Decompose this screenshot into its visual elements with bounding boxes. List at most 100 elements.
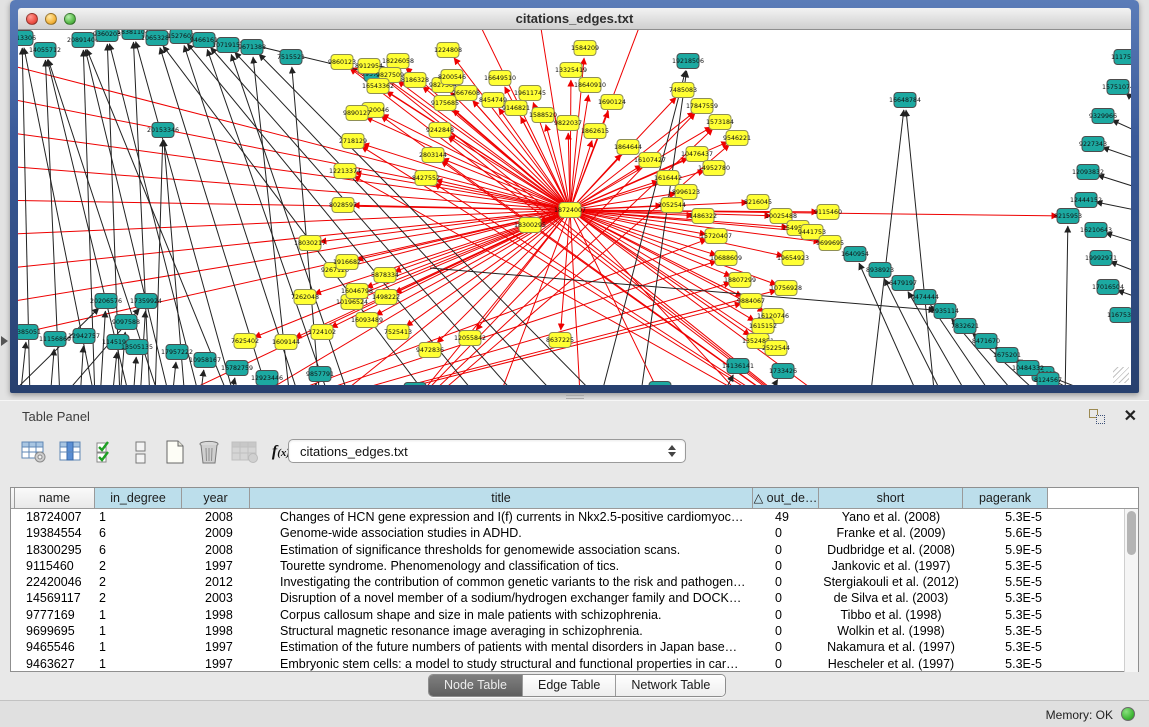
network-node[interactable]: 2935114 [931, 304, 959, 319]
network-node[interactable]: 9546221 [723, 131, 751, 146]
network-edge[interactable] [870, 110, 904, 385]
network-edge[interactable] [441, 161, 860, 385]
network-node[interactable]: 14952780 [698, 161, 730, 176]
network-node[interactable]: 19992971 [1085, 251, 1117, 266]
network-node[interactable]: 7485083 [669, 83, 697, 98]
network-node[interactable]: 1640954 [841, 247, 869, 262]
network-edge[interactable] [906, 110, 935, 385]
tab-network-table[interactable]: Network Table [616, 675, 725, 696]
row-options-icon[interactable] [126, 437, 156, 467]
network-node[interactable]: 14055712 [29, 43, 61, 58]
network-node[interactable]: 10958167 [189, 353, 221, 368]
network-node[interactable]: 18724007 [554, 203, 586, 218]
network-node[interactable]: 1733426 [769, 364, 797, 379]
table-row[interactable]: 946554611997Estimation of the future num… [11, 639, 1138, 655]
column-header-in_degree[interactable]: in_degree [95, 488, 182, 508]
network-edge[interactable] [112, 352, 117, 385]
column-header-year[interactable]: year [182, 488, 250, 508]
column-header-title[interactable]: title [250, 488, 753, 508]
network-node[interactable]: 1690124 [598, 95, 626, 110]
network-edge[interactable] [1065, 226, 1068, 385]
network-node[interactable]: 18226058 [382, 54, 414, 69]
network-node[interactable]: 9671388 [238, 40, 266, 55]
network-edge[interactable] [570, 80, 571, 210]
tab-node-table[interactable]: Node Table [429, 675, 523, 696]
network-node[interactable]: 18300295 [514, 218, 546, 233]
create-table-icon[interactable] [160, 437, 190, 467]
network-edge[interactable] [136, 42, 235, 385]
network-edge[interactable] [765, 379, 778, 385]
network-node[interactable]: 7515521 [277, 50, 305, 65]
network-node[interactable]: 13505135 [121, 340, 153, 355]
window-resize-grip[interactable] [1113, 367, 1129, 383]
network-node[interactable]: 9115460 [814, 205, 842, 220]
network-node[interactable]: 11156869 [39, 332, 71, 347]
network-node[interactable]: 1916682 [333, 255, 361, 270]
table-row[interactable]: 2242004622012Investigating the contribut… [11, 574, 1138, 590]
network-node[interactable]: 13325419 [555, 63, 587, 78]
table-row[interactable]: 1872400712008Changes of HCN gene express… [11, 509, 1138, 525]
network-edge[interactable] [1112, 120, 1131, 135]
scrollbar-thumb[interactable] [1127, 511, 1136, 555]
network-node[interactable]: 16210643 [1080, 223, 1112, 238]
network-node[interactable]: 15720407 [700, 229, 732, 244]
table-row[interactable]: 1456911722003Disruption of a novel membe… [11, 590, 1138, 606]
network-node[interactable]: 16649510 [484, 71, 516, 86]
network-node[interactable]: 18030217 [294, 236, 326, 251]
network-node[interactable]: 9175685 [431, 96, 459, 111]
network-node[interactable]: 18807299 [724, 273, 756, 288]
import-table-icon[interactable] [230, 437, 260, 467]
network-node[interactable]: 9860123 [328, 55, 356, 70]
column-header-name[interactable]: name [15, 488, 95, 508]
network-node[interactable]: 2718129 [339, 134, 367, 149]
network-node[interactable]: 2013306 [18, 31, 36, 46]
network-node[interactable]: 9329966 [1089, 109, 1117, 124]
table-row[interactable]: 1938455462009Genome-wide association stu… [11, 525, 1138, 541]
network-node[interactable]: 8028597 [329, 198, 357, 213]
memory-ok-indicator[interactable] [1121, 707, 1135, 721]
network-node[interactable]: 9890127 [343, 106, 371, 121]
network-node[interactable]: 9474444 [911, 290, 939, 305]
table-mode-icon[interactable] [19, 437, 49, 467]
network-node[interactable]: 17359924 [130, 294, 162, 309]
network-node[interactable]: 6479197 [889, 276, 917, 291]
citation-network-graph[interactable]: 1872400718300295201330614055712208914069… [18, 30, 1131, 385]
network-node[interactable]: 1573184 [706, 115, 734, 130]
network-node[interactable]: 8938923 [866, 263, 894, 278]
table-row[interactable]: 969969511998Structural magnetic resonanc… [11, 623, 1138, 639]
network-node[interactable]: 15751074 [1102, 80, 1131, 95]
network-node[interactable]: 16782759 [221, 361, 253, 376]
network-node[interactable]: 16107427 [634, 153, 666, 168]
panel-splitter-grip[interactable] [566, 395, 584, 399]
network-node[interactable]: 12942757 [68, 329, 100, 344]
network-node[interactable]: 19654923 [777, 251, 809, 266]
network-node[interactable]: 10756928 [770, 281, 802, 296]
network-node[interactable]: 12444152 [1070, 193, 1102, 208]
network-node[interactable]: 1615152 [749, 319, 777, 334]
table-selector-dropdown[interactable]: citations_edges.txt [288, 439, 686, 463]
network-node[interactable]: 1609144 [272, 335, 300, 350]
network-edge[interactable] [1098, 175, 1131, 190]
network-node[interactable]: 2522544 [762, 341, 790, 356]
table-vertical-scrollbar[interactable] [1124, 509, 1138, 672]
network-node[interactable]: 8124567 [1034, 373, 1062, 386]
network-node[interactable]: 7625402 [231, 334, 259, 349]
network-node[interactable]: 20153346 [147, 123, 179, 138]
network-node[interactable]: 2803144 [419, 148, 447, 163]
network-node[interactable]: 16543362 [362, 79, 394, 94]
control-panel-collapse-arrow-icon[interactable] [1, 336, 8, 346]
network-node[interactable]: 9242848 [426, 123, 454, 138]
float-panel-icon[interactable] [1089, 409, 1105, 424]
table-row[interactable]: 977716911998Corpus callosum shape and si… [11, 607, 1138, 623]
network-edge[interactable] [133, 42, 150, 385]
network-node[interactable]: 1588520 [529, 108, 557, 123]
network-node[interactable]: 9857791 [306, 367, 334, 382]
network-edge[interactable] [1102, 147, 1131, 162]
network-node[interactable]: 1117534 [1111, 50, 1131, 65]
select-columns-icon[interactable] [92, 437, 122, 467]
network-edge[interactable] [1126, 93, 1131, 108]
network-node[interactable]: 1616442 [654, 171, 682, 186]
network-edge[interactable] [133, 357, 136, 385]
tab-edge-table[interactable]: Edge Table [523, 675, 616, 696]
network-node[interactable]: 16046798 [341, 284, 373, 299]
